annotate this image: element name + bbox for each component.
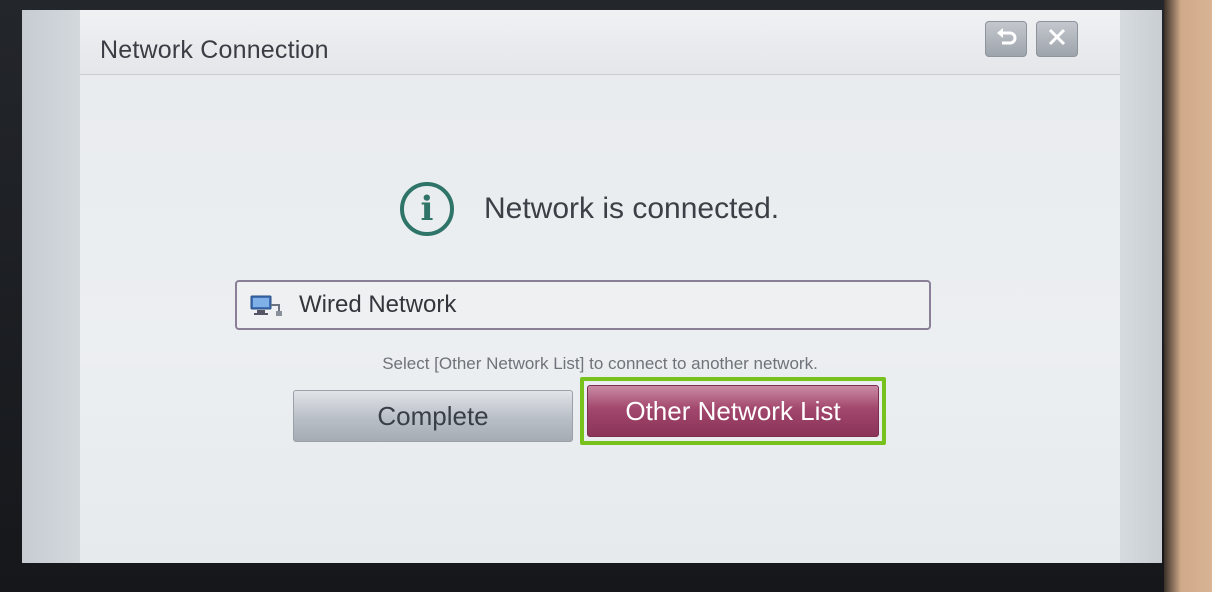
wired-network-field: Wired Network: [235, 280, 931, 330]
complete-button[interactable]: Complete: [293, 390, 573, 442]
close-button[interactable]: [1036, 21, 1078, 57]
background-wall: [1164, 0, 1212, 592]
wired-network-icon: [249, 293, 283, 317]
network-connection-dialog: Network Connection i Network is connecte…: [80, 10, 1120, 563]
info-icon: i: [400, 182, 454, 236]
back-arrow-icon: [995, 27, 1017, 52]
back-button[interactable]: [985, 21, 1027, 57]
close-icon: [1048, 28, 1066, 51]
screen-left-margin: [22, 10, 80, 563]
dialog-titlebar: Network Connection: [80, 10, 1120, 75]
hint-text: Select [Other Network List] to connect t…: [382, 354, 818, 373]
network-label: Wired Network: [299, 291, 457, 318]
status-message: Network is connected.: [484, 192, 780, 225]
dialog-title: Network Connection: [100, 36, 329, 64]
tv-screen: Network Connection i Network is connecte…: [22, 10, 1162, 563]
screen-right-margin: [1120, 10, 1162, 563]
other-network-list-button[interactable]: Other Network List: [587, 385, 879, 437]
connection-status: i Network is connected.: [400, 182, 779, 236]
